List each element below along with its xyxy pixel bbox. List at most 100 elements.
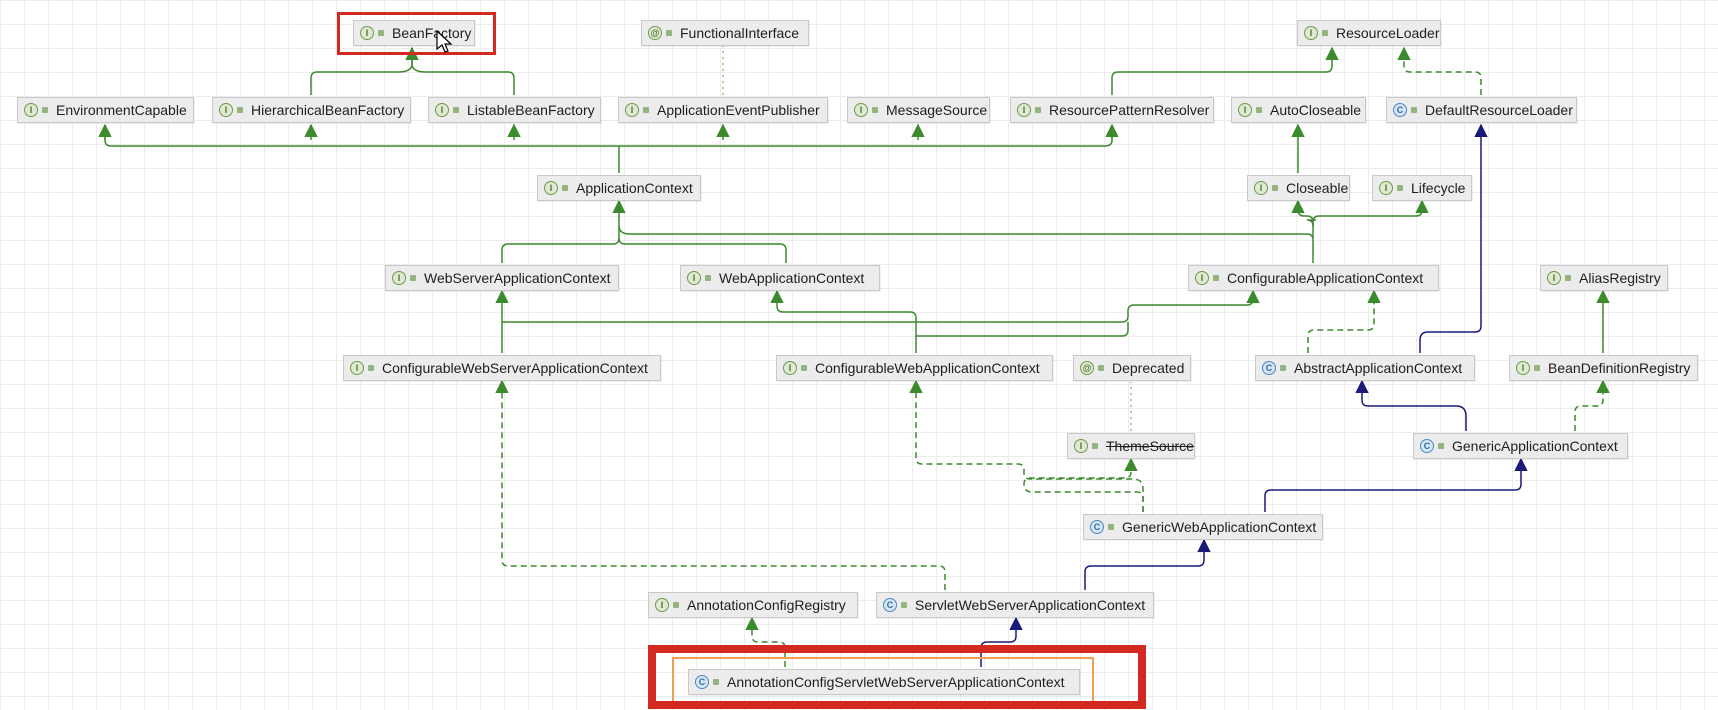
interface-icon: I: [854, 103, 868, 117]
node-applicationcontext[interactable]: I ApplicationContext: [537, 175, 701, 201]
edge-hierarchical-to-beanfactory: [310, 46, 419, 95]
access-icon: [368, 365, 374, 371]
class-icon: C: [1262, 361, 1276, 375]
access-icon: [562, 185, 568, 191]
access-icon: [1256, 107, 1262, 113]
node-defaultresourceloader[interactable]: C DefaultResourceLoader: [1386, 97, 1577, 123]
interface-icon: I: [1017, 103, 1031, 117]
access-icon: [901, 602, 907, 608]
node-functionalinterface[interactable]: @ FunctionalInterface: [641, 20, 809, 46]
access-icon: [1092, 443, 1098, 449]
annotation-icon: @: [648, 26, 662, 40]
access-icon: [453, 107, 459, 113]
node-label: WebApplicationContext: [719, 270, 865, 286]
node-label: Deprecated: [1112, 360, 1185, 376]
node-genericapplicationcontext[interactable]: C GenericApplicationContext: [1413, 433, 1628, 459]
node-label: ResourcePatternResolver: [1049, 102, 1210, 118]
edge-cwac-to-configurable: [916, 322, 1129, 337]
interface-icon: I: [1254, 181, 1268, 195]
interface-icon: I: [1547, 271, 1561, 285]
node-label: FunctionalInterface: [680, 25, 800, 41]
node-configurableapplicationcontext[interactable]: I ConfigurableApplicationContext: [1188, 265, 1439, 291]
access-icon: [1411, 107, 1417, 113]
node-genericwebapplicationcontext[interactable]: C GenericWebApplicationContext: [1083, 514, 1323, 540]
node-label: AnnotationConfigRegistry: [687, 597, 846, 613]
class-icon: C: [1420, 439, 1434, 453]
node-label: ConfigurableWebApplicationContext: [815, 360, 1040, 376]
edge-cwsac-to-configurable: [502, 289, 1260, 323]
edge-configurable-to-closeable-up: [1291, 199, 1314, 226]
access-icon: [1565, 275, 1571, 281]
node-deprecated[interactable]: @ Deprecated: [1073, 355, 1191, 381]
node-webserverapplicationcontext[interactable]: I WebServerApplicationContext: [385, 265, 619, 291]
edge-cwac-to-webapp: [770, 289, 917, 353]
node-resourcepatternresolver[interactable]: I ResourcePatternResolver: [1010, 97, 1214, 123]
node-label: MessageSource: [886, 102, 988, 118]
interface-icon: I: [783, 361, 797, 375]
node-closeable[interactable]: I Closeable: [1247, 175, 1350, 201]
node-messagesource[interactable]: I MessageSource: [847, 97, 990, 123]
edge-defaultloader-to-loader: [1397, 46, 1482, 95]
node-label: Lifecycle: [1411, 180, 1466, 196]
node-servletwebserverapplicationcontext[interactable]: C ServletWebServerApplicationContext: [876, 592, 1154, 618]
access-icon: [1098, 365, 1104, 371]
node-beandefinitionregistry[interactable]: I BeanDefinitionRegistry: [1509, 355, 1698, 381]
interface-icon: I: [1379, 181, 1393, 195]
access-icon: [1213, 275, 1219, 281]
annotation-icon: @: [1080, 361, 1094, 375]
node-label: ApplicationContext: [576, 180, 693, 196]
interface-icon: I: [655, 598, 669, 612]
node-label: ThemeSource: [1106, 438, 1194, 454]
access-icon: [42, 107, 48, 113]
node-applicationeventpublisher[interactable]: I ApplicationEventPublisher: [618, 97, 828, 123]
node-label: EnvironmentCapable: [56, 102, 187, 118]
access-icon: [643, 107, 649, 113]
node-themesource[interactable]: I ThemeSource: [1067, 433, 1195, 459]
interface-icon: I: [350, 361, 364, 375]
access-icon: [673, 602, 679, 608]
access-icon: [1035, 107, 1041, 113]
node-abstractapplicationcontext[interactable]: C AbstractApplicationContext: [1255, 355, 1475, 381]
node-label: AliasRegistry: [1579, 270, 1661, 286]
class-icon: C: [1090, 520, 1104, 534]
edge-generic-to-bdr: [1574, 379, 1610, 431]
node-configurablewebapplicationcontext[interactable]: I ConfigurableWebApplicationContext: [776, 355, 1053, 381]
node-label: WebServerApplicationContext: [424, 270, 611, 286]
node-listablebeanfactory[interactable]: I ListableBeanFactory: [428, 97, 601, 123]
access-icon: [1438, 443, 1444, 449]
access-icon: [410, 275, 416, 281]
node-hierarchicalbeanfactory[interactable]: I HierarchicalBeanFactory: [212, 97, 411, 123]
interface-icon: I: [544, 181, 558, 195]
node-configurablewebserverapplicationcontext[interactable]: I ConfigurableWebServerApplicationContex…: [343, 355, 661, 381]
node-label: HierarchicalBeanFactory: [251, 102, 405, 118]
access-icon: [1397, 185, 1403, 191]
node-label: ApplicationEventPublisher: [657, 102, 820, 118]
interface-icon: I: [1516, 361, 1530, 375]
edge-resolver-to-loader: [1111, 46, 1339, 95]
node-environmentcapable[interactable]: I EnvironmentCapable: [17, 97, 194, 123]
node-webapplicationcontext[interactable]: I WebApplicationContext: [680, 265, 880, 291]
interface-icon: I: [24, 103, 38, 117]
node-resourceloader[interactable]: I ResourceLoader: [1297, 20, 1441, 46]
node-autocloseable[interactable]: I AutoCloseable: [1231, 97, 1366, 123]
node-annotationconfigregistry[interactable]: I AnnotationConfigRegistry: [648, 592, 858, 618]
node-lifecycle[interactable]: I Lifecycle: [1372, 175, 1472, 201]
node-label: ConfigurableApplicationContext: [1227, 270, 1424, 286]
access-icon: [705, 275, 711, 281]
node-label: ListableBeanFactory: [467, 102, 595, 118]
node-aliasregistry[interactable]: I AliasRegistry: [1540, 265, 1668, 291]
access-icon: [1272, 185, 1278, 191]
mouse-cursor-icon: [436, 30, 453, 53]
edge-abstract-to-defaultloader: [1419, 123, 1488, 353]
edge-gwac-to-themesource: [1023, 457, 1144, 512]
node-label: AutoCloseable: [1270, 102, 1362, 118]
node-label: ConfigurableWebServerApplicationContext: [382, 360, 648, 376]
access-icon: [1108, 524, 1114, 530]
interface-icon: I: [392, 271, 406, 285]
node-label: ResourceLoader: [1336, 25, 1440, 41]
interface-icon: I: [435, 103, 449, 117]
edge-generic-to-abstract: [1355, 379, 1467, 431]
node-label: DefaultResourceLoader: [1425, 102, 1573, 118]
edge-configurable-to-closeable: [1306, 219, 1316, 238]
access-icon: [801, 365, 807, 371]
